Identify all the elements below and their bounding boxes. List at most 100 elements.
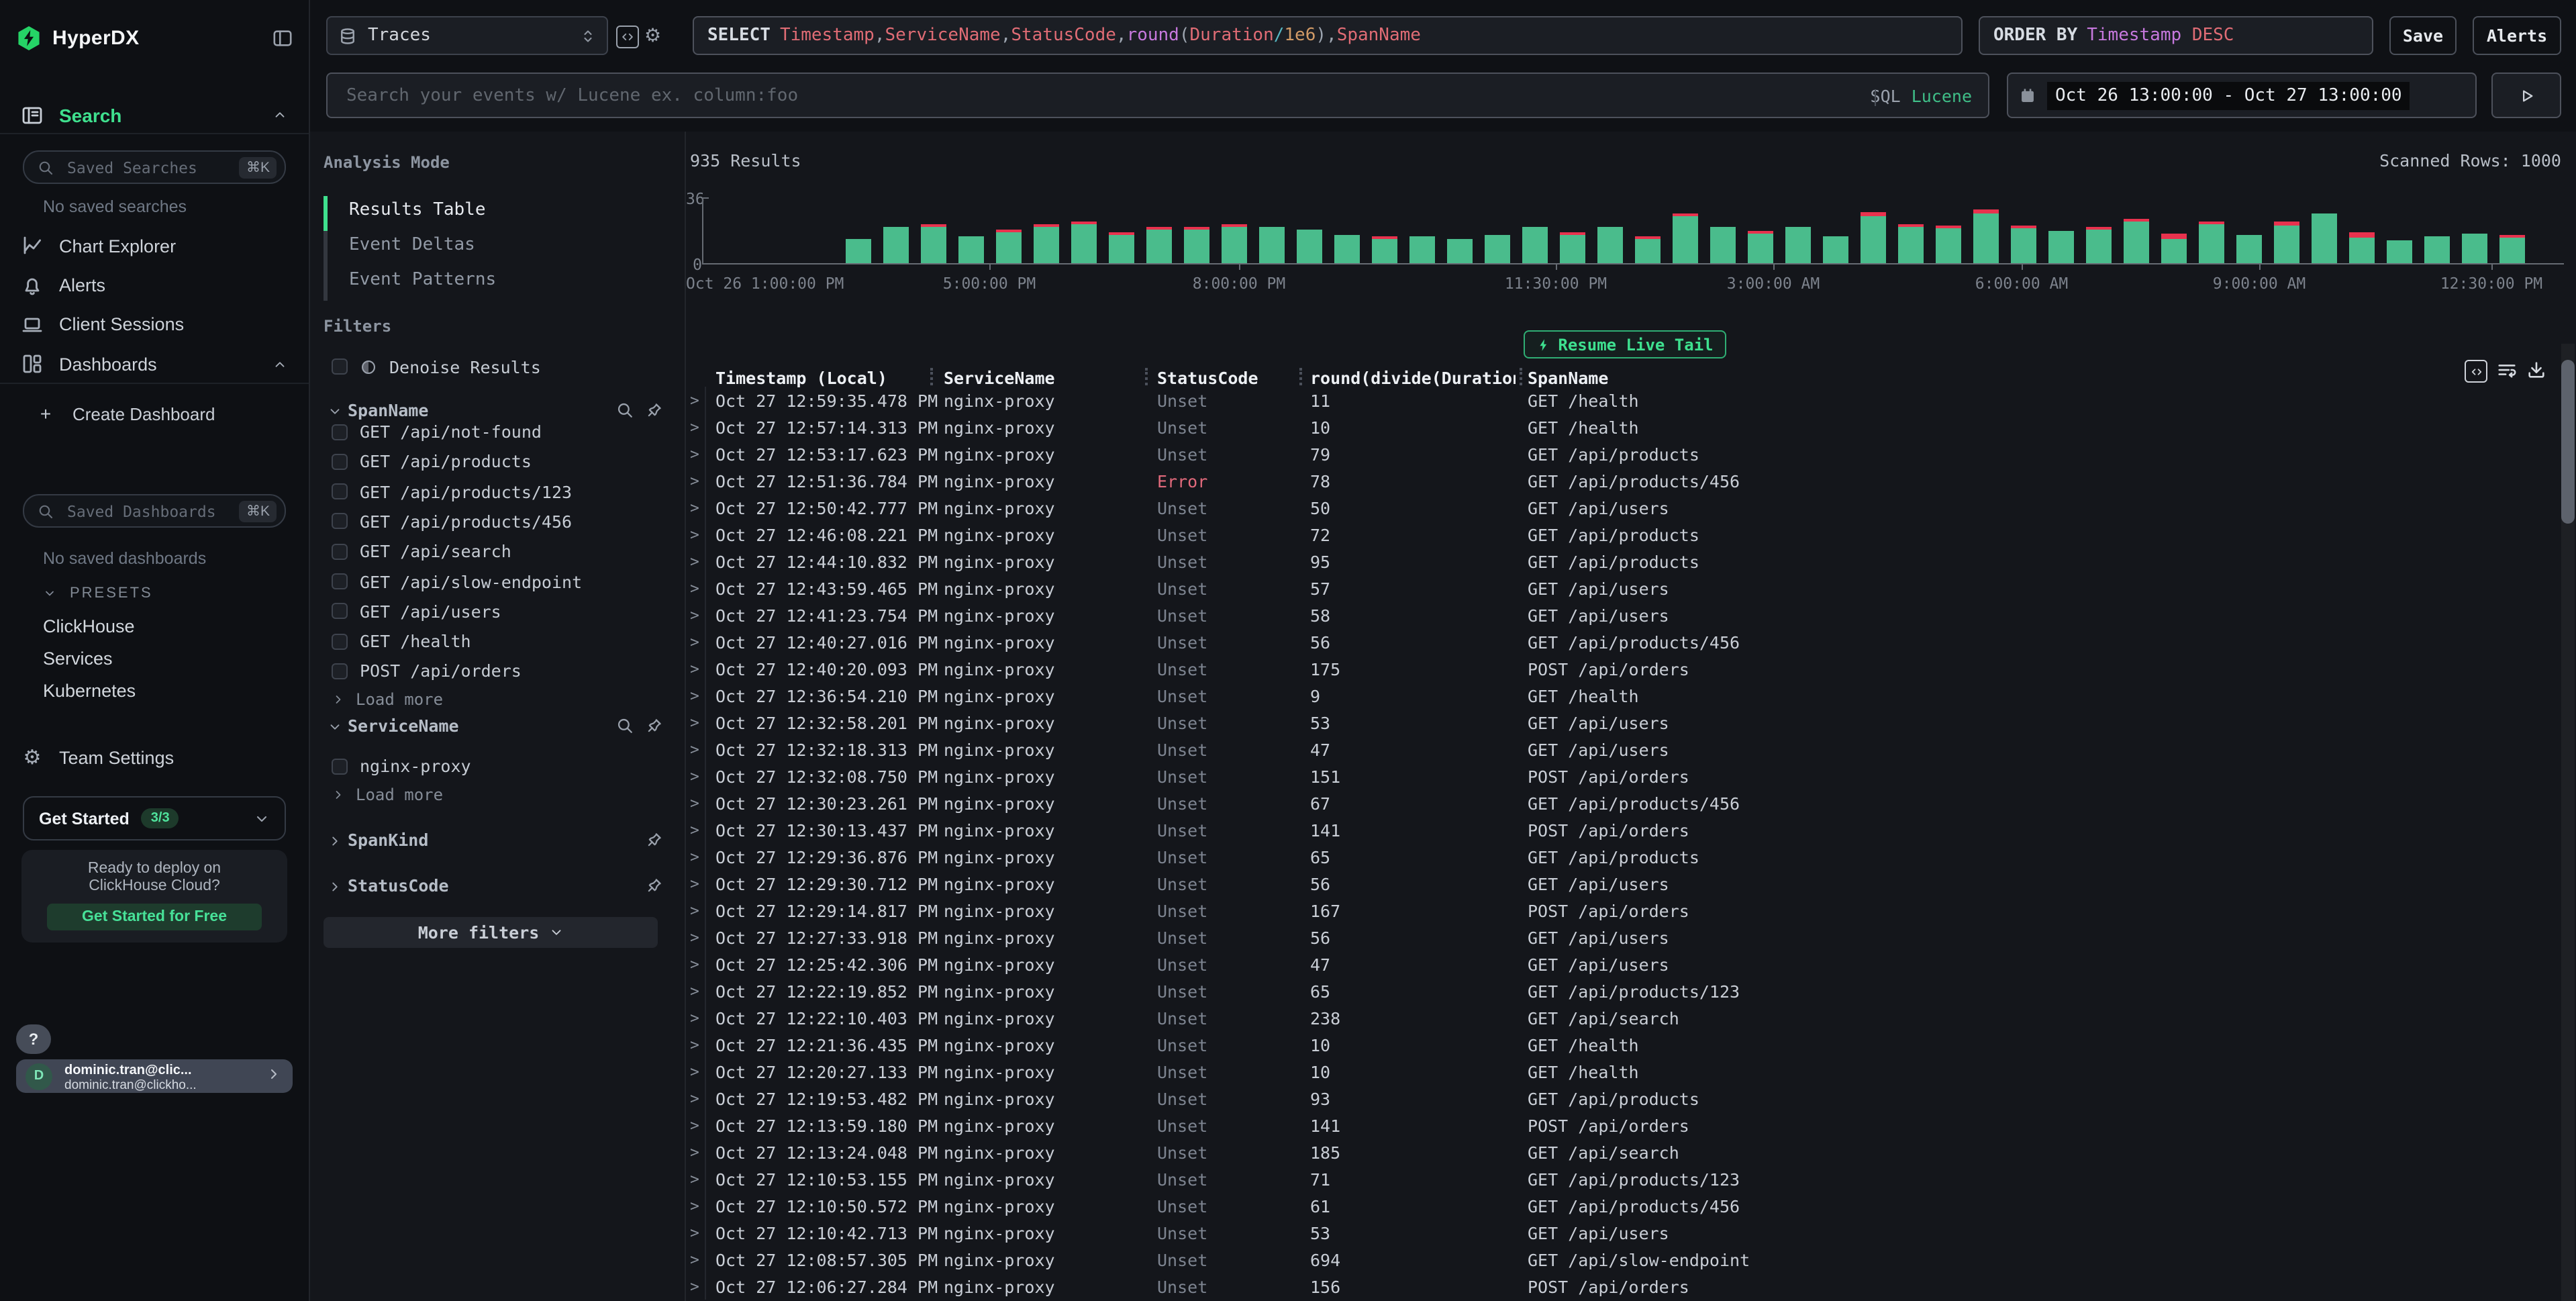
- row-expand-chevron[interactable]: >: [690, 606, 699, 624]
- checkbox[interactable]: [332, 604, 348, 620]
- table-row[interactable]: >Oct 27 12:50:42.777 PMnginx-proxyUnset5…: [686, 494, 2576, 521]
- sidebar-item-kubernetes[interactable]: Kubernetes: [43, 680, 136, 700]
- more-filters-button[interactable]: More filters: [324, 917, 658, 948]
- row-expand-chevron[interactable]: >: [690, 1223, 699, 1242]
- lucene-search-bar[interactable]: SQL | Lucene: [326, 73, 1989, 118]
- filter-checkbox-item[interactable]: POST /api/orders: [332, 661, 522, 682]
- alerts-button[interactable]: Alerts: [2473, 16, 2561, 55]
- table-row[interactable]: >Oct 27 12:30:13.437 PMnginx-proxyUnset1…: [686, 816, 2576, 843]
- row-expand-chevron[interactable]: >: [690, 1250, 699, 1269]
- filter-group-servicename[interactable]: ServiceName: [310, 712, 685, 739]
- table-row[interactable]: >Oct 27 12:19:53.482 PMnginx-proxyUnset9…: [686, 1085, 2576, 1112]
- help-button[interactable]: ?: [16, 1024, 51, 1054]
- save-button[interactable]: Save: [2389, 16, 2457, 55]
- checkbox[interactable]: [332, 454, 348, 470]
- filter-search-icon[interactable]: [616, 716, 634, 734]
- sidebar-item-client-sessions[interactable]: Client Sessions: [0, 308, 309, 340]
- table-row[interactable]: >Oct 27 12:43:59.465 PMnginx-proxyUnset5…: [686, 575, 2576, 601]
- table-row[interactable]: >Oct 27 12:25:42.306 PMnginx-proxyUnset4…: [686, 951, 2576, 977]
- select-query-input[interactable]: SELECT Timestamp,ServiceName,StatusCode,…: [693, 16, 1963, 55]
- row-expand-chevron[interactable]: >: [690, 981, 699, 1000]
- pin-icon[interactable]: [646, 716, 663, 734]
- table-row[interactable]: >Oct 27 12:13:24.048 PMnginx-proxyUnset1…: [686, 1139, 2576, 1165]
- chevron-up-icon[interactable]: [273, 356, 287, 371]
- table-row[interactable]: >Oct 27 12:08:57.305 PMnginx-proxyUnset6…: [686, 1246, 2576, 1273]
- sidebar-item-team-settings[interactable]: ⚙ Team Settings: [0, 741, 309, 773]
- filter-checkbox-item[interactable]: nginx-proxy: [332, 755, 471, 777]
- table-row[interactable]: >Oct 27 12:06:27.284 PMnginx-proxyUnset1…: [686, 1273, 2576, 1300]
- row-expand-chevron[interactable]: >: [690, 874, 699, 893]
- row-expand-chevron[interactable]: >: [690, 820, 699, 839]
- saved-dashboards-input[interactable]: ⌘K: [23, 494, 286, 528]
- table-row[interactable]: >Oct 27 12:53:17.623 PMnginx-proxyUnset7…: [686, 440, 2576, 467]
- row-expand-chevron[interactable]: >: [690, 444, 699, 463]
- saved-searches-field[interactable]: [64, 156, 240, 178]
- table-row[interactable]: >Oct 27 12:10:42.713 PMnginx-proxyUnset5…: [686, 1219, 2576, 1246]
- chevron-up-icon[interactable]: [273, 107, 287, 122]
- row-expand-chevron[interactable]: >: [690, 1089, 699, 1108]
- edit-sql-icon[interactable]: [616, 26, 639, 48]
- query-settings-gear-icon[interactable]: ⚙: [644, 24, 661, 47]
- pin-icon[interactable]: [646, 831, 663, 849]
- filter-checkbox-item[interactable]: GET /api/search: [332, 540, 511, 562]
- row-expand-chevron[interactable]: >: [690, 928, 699, 947]
- table-row[interactable]: >Oct 27 12:51:36.784 PMnginx-proxyError7…: [686, 467, 2576, 494]
- table-row[interactable]: >Oct 27 12:32:18.313 PMnginx-proxyUnset4…: [686, 736, 2576, 763]
- checkbox[interactable]: [332, 573, 348, 589]
- load-more-button[interactable]: Load more: [332, 689, 443, 711]
- table-row[interactable]: >Oct 27 12:40:20.093 PMnginx-proxyUnset1…: [686, 655, 2576, 682]
- row-expand-chevron[interactable]: >: [690, 418, 699, 436]
- row-expand-chevron[interactable]: >: [690, 525, 699, 544]
- row-expand-chevron[interactable]: >: [690, 1008, 699, 1027]
- row-expand-chevron[interactable]: >: [690, 498, 699, 517]
- table-row[interactable]: >Oct 27 12:22:19.852 PMnginx-proxyUnset6…: [686, 977, 2576, 1004]
- checkbox[interactable]: [332, 543, 348, 559]
- filter-checkbox-item[interactable]: GET /api/products/456: [332, 511, 572, 532]
- search-input[interactable]: [344, 84, 1871, 107]
- table-row[interactable]: >Oct 27 12:30:23.261 PMnginx-proxyUnset6…: [686, 789, 2576, 816]
- filter-checkbox-item[interactable]: GET /api/products/123: [332, 481, 572, 502]
- row-expand-chevron[interactable]: >: [690, 632, 699, 651]
- sidebar-item-alerts[interactable]: Alerts: [0, 269, 309, 301]
- checkbox[interactable]: [332, 483, 348, 499]
- row-expand-chevron[interactable]: >: [690, 793, 699, 812]
- source-selector[interactable]: Traces: [326, 16, 608, 55]
- row-expand-chevron[interactable]: >: [690, 1277, 699, 1296]
- row-expand-chevron[interactable]: >: [690, 901, 699, 920]
- row-expand-chevron[interactable]: >: [690, 847, 699, 866]
- table-row[interactable]: >Oct 27 12:32:58.201 PMnginx-proxyUnset5…: [686, 709, 2576, 736]
- row-expand-chevron[interactable]: >: [690, 552, 699, 571]
- sidebar-collapse-icon[interactable]: [273, 28, 293, 48]
- table-row[interactable]: >Oct 27 12:40:27.016 PMnginx-proxyUnset5…: [686, 628, 2576, 655]
- presets-section-header[interactable]: PRESETS: [43, 584, 153, 603]
- scrollbar-thumb[interactable]: [2561, 360, 2575, 524]
- table-row[interactable]: >Oct 27 12:20:27.133 PMnginx-proxyUnset1…: [686, 1058, 2576, 1085]
- sidebar-item-dashboards[interactable]: Dashboards: [0, 348, 309, 380]
- checkbox[interactable]: [332, 424, 348, 440]
- filter-group-spankind[interactable]: SpanKind: [310, 827, 685, 854]
- table-row[interactable]: >Oct 27 12:44:10.832 PMnginx-proxyUnset9…: [686, 548, 2576, 575]
- row-expand-chevron[interactable]: >: [690, 1196, 699, 1215]
- load-more-button[interactable]: Load more: [332, 784, 443, 806]
- row-expand-chevron[interactable]: >: [690, 391, 699, 409]
- table-row[interactable]: >Oct 27 12:10:50.572 PMnginx-proxyUnset6…: [686, 1192, 2576, 1219]
- row-expand-chevron[interactable]: >: [690, 1062, 699, 1081]
- row-expand-chevron[interactable]: >: [690, 713, 699, 732]
- sidebar-item-services[interactable]: Services: [43, 648, 113, 669]
- table-row[interactable]: >Oct 27 12:13:59.180 PMnginx-proxyUnset1…: [686, 1112, 2576, 1139]
- get-started-free-button[interactable]: Get Started for Free: [47, 904, 262, 930]
- table-row[interactable]: >Oct 27 12:57:14.313 PMnginx-proxyUnset1…: [686, 414, 2576, 440]
- table-row[interactable]: >Oct 27 12:29:30.712 PMnginx-proxyUnset5…: [686, 870, 2576, 897]
- checkbox[interactable]: [332, 758, 348, 774]
- table-row[interactable]: >Oct 27 12:21:36.435 PMnginx-proxyUnset1…: [686, 1031, 2576, 1058]
- sidebar-item-clickhouse[interactable]: ClickHouse: [43, 616, 135, 636]
- filter-checkbox-item[interactable]: GET /api/products: [332, 451, 532, 473]
- run-query-button[interactable]: [2491, 73, 2561, 118]
- row-expand-chevron[interactable]: >: [690, 686, 699, 705]
- row-expand-chevron[interactable]: >: [690, 1143, 699, 1161]
- saved-searches-input[interactable]: ⌘K: [23, 150, 286, 184]
- row-expand-chevron[interactable]: >: [690, 955, 699, 973]
- checkbox[interactable]: [332, 663, 348, 679]
- row-expand-chevron[interactable]: >: [690, 659, 699, 678]
- row-expand-chevron[interactable]: >: [690, 471, 699, 490]
